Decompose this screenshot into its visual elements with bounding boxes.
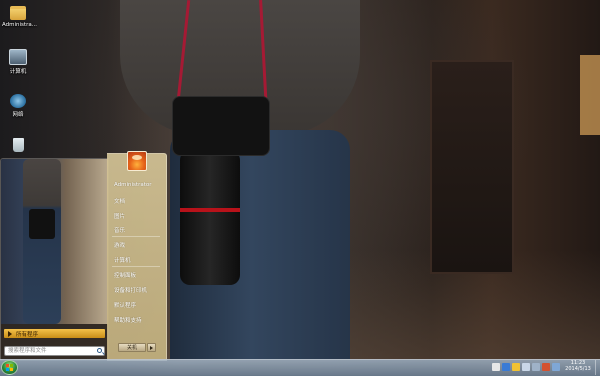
wallpaper-lens-ring [180,208,240,212]
menu-separator [112,236,160,237]
user-name-link[interactable]: Administrator [114,182,152,188]
action-center-flag-icon[interactable] [492,363,500,371]
start-menu-photo-camera [29,209,55,239]
windows-logo-icon [6,364,13,371]
desktop-icon-network[interactable]: 网络 [2,94,34,118]
menu-separator [112,266,160,267]
taskbar-clock[interactable]: 11:23 2014/5/13 [561,360,595,372]
start-menu: 所有程序 Administrator 文档 图片 音乐 游戏 计算机 控制面板 … [0,151,167,361]
start-menu-programs-pane: 所有程序 [0,158,109,361]
show-desktop-button[interactable] [595,360,600,375]
menu-item-help-support[interactable]: 帮助和支持 [114,316,142,324]
network-tray-icon[interactable] [522,363,530,371]
search-icon[interactable] [97,348,102,353]
menu-item-computer[interactable]: 计算机 [114,256,131,264]
menu-item-default-programs[interactable]: 默认程序 [114,301,136,309]
search-input[interactable] [5,347,96,355]
start-search-box[interactable] [4,346,105,356]
speaker-volume-icon[interactable] [532,363,540,371]
desktop-icon-user-folder[interactable]: Administra... [2,6,37,28]
network-icon [10,94,26,108]
system-tray [492,362,560,372]
wallpaper-window [580,55,600,135]
menu-item-games[interactable]: 游戏 [114,241,125,249]
desktop-icon-recycle-bin[interactable] [2,138,34,154]
display-icon[interactable] [552,363,560,371]
recycle-bin-icon [12,138,24,152]
computer-icon [9,49,27,65]
menu-item-pictures[interactable]: 图片 [114,212,125,220]
desktop-icon-label: Administra... [2,22,37,28]
all-programs-button[interactable]: 所有程序 [4,329,105,338]
wallpaper-door [430,60,514,274]
start-button[interactable] [1,360,18,375]
start-menu-places-pane: Administrator 文档 图片 音乐 游戏 计算机 控制面板 设备和打印… [107,151,167,361]
arrow-right-icon [8,330,12,337]
input-method-icon[interactable] [512,363,520,371]
desktop-icon-label: 网络 [12,112,24,118]
clock-date: 2014/5/13 [565,366,591,372]
shutdown-options-button[interactable] [147,343,156,352]
all-programs-label: 所有程序 [16,331,39,338]
user-avatar[interactable] [127,151,147,171]
menu-item-devices-printers[interactable]: 设备和打印机 [114,286,147,294]
start-menu-photo-figure [23,159,61,324]
language-bar-icon[interactable] [502,363,510,371]
security-shield-icon[interactable] [542,363,550,371]
menu-item-documents[interactable]: 文档 [114,197,125,205]
desktop-icon-computer[interactable]: 计算机 [2,49,34,75]
user-folder-icon [10,6,26,20]
wallpaper-camera-body [172,96,270,156]
shutdown-button[interactable]: 关机 [118,343,146,352]
menu-item-music[interactable]: 音乐 [114,226,125,234]
menu-item-control-panel[interactable]: 控制面板 [114,271,136,279]
wallpaper-camera-lens [180,150,240,285]
desktop-icon-label: 计算机 [9,69,27,75]
